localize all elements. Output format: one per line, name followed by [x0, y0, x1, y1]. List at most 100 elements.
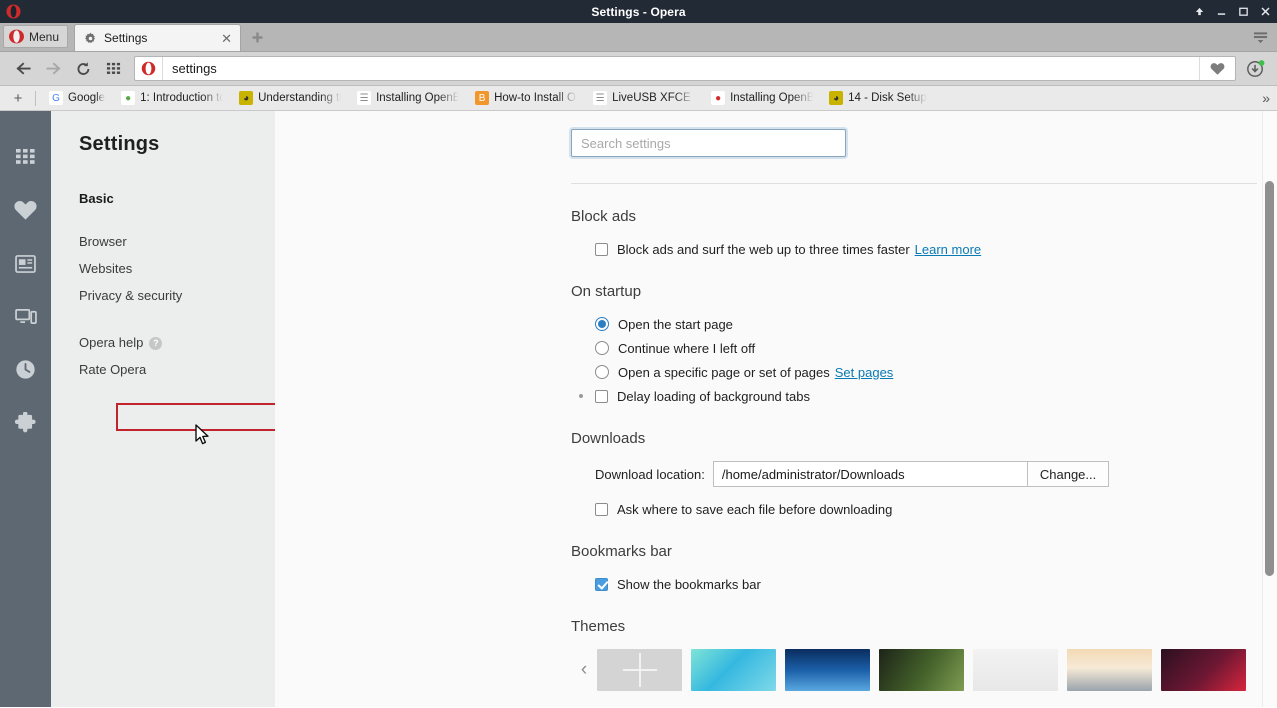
theme-thumbnail-theme-aqua-wave[interactable]: [691, 649, 776, 691]
download-location-row: Download location: Change...: [595, 461, 1277, 487]
annotation-highlight-box: [116, 403, 279, 431]
plus-icon: [252, 31, 263, 43]
theme-thumbnail-theme-mountain-sunset[interactable]: [1067, 649, 1152, 691]
opera-logo-icon: [135, 57, 163, 80]
arrow-left-icon: [15, 62, 31, 75]
devices-sync-icon[interactable]: [0, 290, 51, 343]
sidebar-item-label: Opera help: [79, 335, 144, 350]
tab-settings[interactable]: Settings ✕: [74, 24, 242, 51]
maximize-button[interactable]: [1238, 6, 1249, 17]
window-title-bar: Settings - Opera: [0, 0, 1277, 23]
grid-icon: [106, 62, 120, 74]
bookmark-label: 14 - Disk Setup: [848, 92, 927, 104]
bookmark-item[interactable]: ● 1: Introduction to NoSQL: [113, 88, 231, 109]
download-location-input[interactable]: [712, 461, 1028, 487]
ask-where-to-save-checkbox[interactable]: [595, 502, 608, 516]
extensions-puzzle-icon[interactable]: [0, 396, 51, 449]
bookmark-item[interactable]: ☰ Installing OpenBSD 5.8: [349, 88, 467, 109]
bookmark-label: How-to Install OpenBSD: [494, 92, 577, 104]
section-heading: On startup: [571, 283, 642, 300]
window-title: Settings - Opera: [591, 4, 686, 19]
sidebar-item-rate-opera[interactable]: Rate Opera: [51, 356, 275, 383]
set-pages-link[interactable]: Set pages: [835, 365, 894, 380]
section-heading: Bookmarks bar: [571, 543, 672, 560]
bookmark-item[interactable]: ● Installing OpenBSD's ht: [703, 88, 821, 109]
help-question-icon[interactable]: ?: [149, 336, 163, 350]
bookmarks-heart-icon[interactable]: [0, 184, 51, 237]
setting-label: Ask where to save each file before downl…: [617, 501, 893, 517]
theme-thumbnail-theme-green-leaf[interactable]: [879, 649, 964, 691]
address-bar[interactable]: settings: [134, 56, 1236, 81]
block-ads-checkbox[interactable]: [595, 242, 608, 256]
open-start-page-radio[interactable]: [595, 317, 609, 331]
delay-loading-checkbox[interactable]: [595, 389, 608, 403]
section-bookmarks-bar: Bookmarks bar Show the bookmarks bar: [275, 543, 1277, 594]
address-input[interactable]: settings: [163, 61, 1199, 76]
continue-where-left-off-radio[interactable]: [595, 341, 609, 355]
bookmarks-overflow-button[interactable]: »: [1262, 90, 1270, 106]
new-tab-button[interactable]: [246, 26, 268, 48]
arrow-right-icon: [45, 62, 61, 75]
opera-menu-button[interactable]: Menu: [3, 25, 69, 48]
themes-prev-button[interactable]: ‹: [571, 649, 597, 691]
setting-row-block-ads: Block ads and surf the web up to three t…: [595, 239, 1277, 259]
setting-label: Open the start page: [618, 316, 733, 332]
sidebar-group-basic: Basic: [79, 191, 114, 206]
setting-label: Show the bookmarks bar: [617, 576, 761, 592]
sidebar-item-browser[interactable]: Browser: [51, 228, 275, 255]
section-heading: Downloads: [571, 430, 646, 447]
forward-button[interactable]: [38, 55, 68, 83]
theme-thumbnail-add-theme[interactable]: [597, 649, 682, 691]
bookmark-favicon-icon: G: [49, 91, 63, 105]
bookmark-label: 1: Introduction to NoSQL: [140, 92, 223, 104]
search-input[interactable]: [571, 129, 846, 157]
bookmark-favicon-icon: ●: [711, 91, 726, 105]
section-downloads: Downloads Download location: Change... A…: [275, 430, 1277, 519]
history-clock-icon[interactable]: [0, 343, 51, 396]
scrollbar-thumb[interactable]: [1265, 181, 1274, 576]
bookmark-label: Understanding the more: [258, 92, 341, 104]
back-button[interactable]: [8, 55, 38, 83]
setting-label: Delay loading of background tabs: [617, 388, 810, 404]
bookmark-heart-icon[interactable]: [1199, 57, 1235, 80]
restore-up-button[interactable]: [1194, 6, 1205, 17]
show-bookmarks-bar-checkbox[interactable]: [595, 577, 608, 591]
download-location-label: Download location:: [595, 466, 705, 482]
section-on-startup: On startup Open the start page Continue …: [275, 283, 1277, 406]
list-menu-icon: [1253, 31, 1267, 43]
tab-menu-button[interactable]: [1247, 26, 1273, 48]
close-button[interactable]: [1260, 6, 1271, 17]
bookmark-item[interactable]: ☰ LiveUSB XFCE image with: [585, 88, 703, 109]
update-button[interactable]: [1241, 55, 1269, 83]
bookmark-item[interactable]: ◕ Understanding the more: [231, 88, 349, 109]
sidebar-item-privacy-security[interactable]: Privacy & security: [51, 282, 275, 309]
opera-menu-label: Menu: [29, 29, 60, 44]
bookmark-favicon-icon: ☰: [593, 91, 608, 105]
news-icon[interactable]: [0, 237, 51, 290]
sidebar-item-opera-help[interactable]: Opera help?: [51, 329, 275, 356]
bookmark-item[interactable]: B How-to Install OpenBSD: [467, 88, 585, 109]
minimize-button[interactable]: [1216, 6, 1227, 17]
reload-icon: [77, 61, 89, 75]
reload-button[interactable]: [68, 55, 98, 83]
speed-dial-button[interactable]: [98, 55, 128, 83]
settings-content: Block ads Block ads and surf the web up …: [275, 111, 1277, 707]
theme-thumbnail-theme-light-plain[interactable]: [973, 649, 1058, 691]
learn-more-link[interactable]: Learn more: [915, 242, 981, 257]
setting-row-show-bookmarks-bar: Show the bookmarks bar: [595, 574, 1277, 594]
speed-dial-icon[interactable]: [0, 131, 51, 184]
open-specific-page-radio[interactable]: [595, 365, 609, 379]
setting-row-delay-loading: Delay loading of background tabs: [579, 386, 1277, 406]
add-bookmark-button[interactable]: +: [6, 88, 30, 109]
section-heading: Themes: [571, 618, 626, 635]
theme-thumbnail-theme-blue-sky[interactable]: [785, 649, 870, 691]
bookmark-item[interactable]: ◕ 14 - Disk Setup: [821, 88, 935, 109]
setting-label: Open a specific page or set of pages: [618, 364, 830, 380]
tab-close-button[interactable]: ✕: [219, 32, 234, 45]
setting-label: Continue where I left off: [618, 340, 756, 356]
change-download-location-button[interactable]: Change...: [1027, 461, 1110, 487]
bookmark-item[interactable]: G Google: [41, 88, 113, 109]
settings-sidebar: Settings Basic Browser Websites Privacy …: [51, 111, 331, 707]
theme-thumbnail-theme-purple-red[interactable]: [1161, 649, 1246, 691]
sidebar-item-websites[interactable]: Websites: [51, 255, 275, 282]
